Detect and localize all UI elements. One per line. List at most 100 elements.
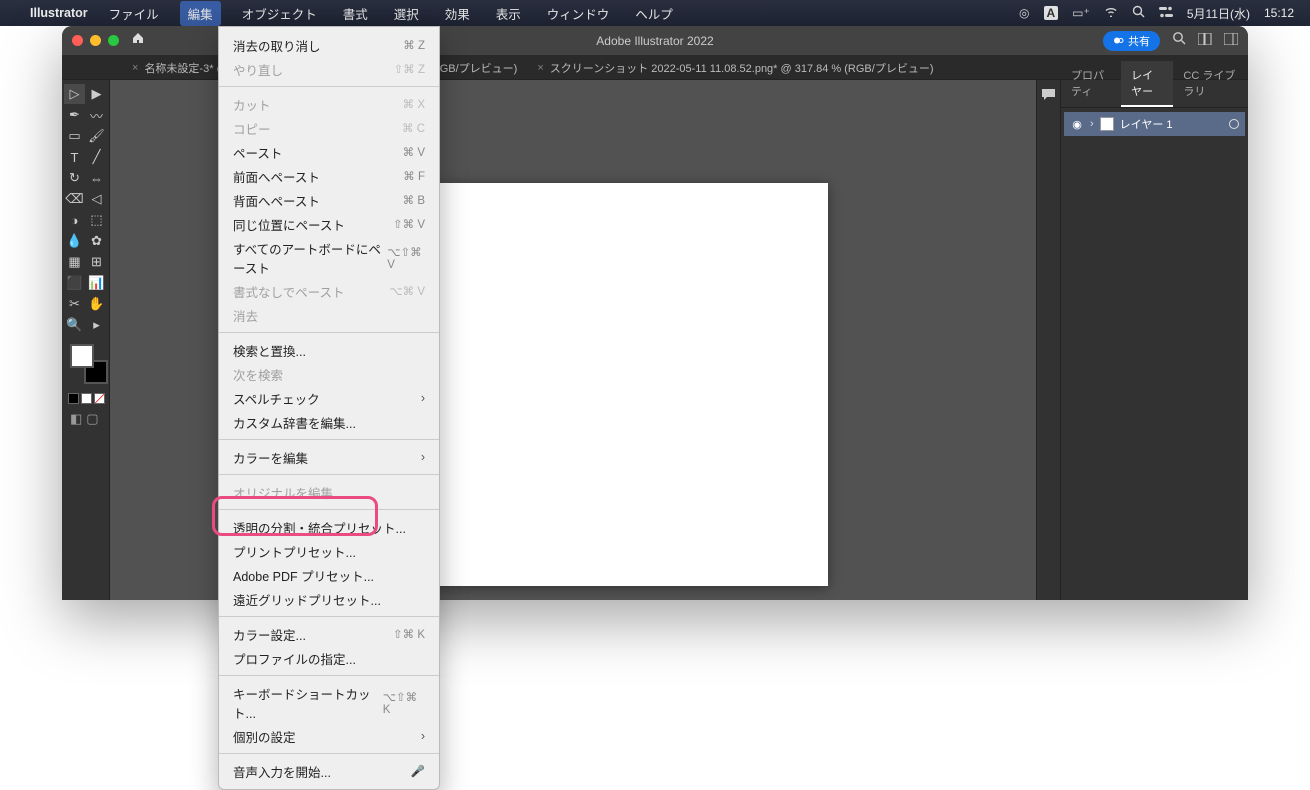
- menu-item-7[interactable]: 背面へペースト⌘ B: [219, 188, 439, 212]
- menu-select[interactable]: 選択: [389, 1, 424, 26]
- color-mode-color[interactable]: [68, 393, 79, 404]
- menubar-date[interactable]: 5月11日(水): [1187, 5, 1250, 22]
- screen-mode-icon[interactable]: ▢: [86, 411, 98, 427]
- eyedropper-tool-icon[interactable]: 💧: [64, 231, 85, 251]
- rectangle-tool-icon[interactable]: ▭: [64, 126, 85, 146]
- menu-item-label: 検索と置換...: [233, 341, 306, 360]
- pen-tool-icon[interactable]: ✒: [64, 105, 85, 125]
- panel-tab-layers[interactable]: レイヤー: [1121, 61, 1173, 107]
- selection-tool-icon[interactable]: ▷: [64, 84, 85, 104]
- visibility-icon[interactable]: ◉: [1070, 118, 1084, 131]
- fill-color[interactable]: [70, 344, 94, 368]
- panel-tabs: プロパティ レイヤー CC ライブラリ: [1061, 80, 1248, 108]
- menu-item-20: オリジナルを編集: [219, 480, 439, 504]
- panel-tab-cc-libraries[interactable]: CC ライブラリ: [1173, 61, 1248, 107]
- menu-item-24[interactable]: Adobe PDF プリセット...: [219, 563, 439, 587]
- shape-builder-tool-icon[interactable]: ◑: [64, 210, 85, 230]
- menu-view[interactable]: 表示: [491, 1, 526, 26]
- close-icon[interactable]: ×: [537, 62, 543, 74]
- layer-row[interactable]: ◉ › レイヤー 1: [1064, 112, 1245, 136]
- layer-name[interactable]: レイヤー 1: [1120, 116, 1173, 132]
- draw-mode-icon[interactable]: ◧: [70, 411, 82, 427]
- hand-tool-icon[interactable]: ✋: [86, 294, 107, 314]
- menu-item-9[interactable]: すべてのアートボードにペースト⌥⇧⌘ V: [219, 236, 439, 279]
- menu-item-33[interactable]: 音声入力を開始...🎤: [219, 759, 439, 783]
- column-graph-tool-icon[interactable]: 📊: [86, 273, 107, 293]
- menu-effect[interactable]: 効果: [440, 1, 475, 26]
- gradient-tool-icon[interactable]: ▦: [64, 252, 85, 272]
- panel-tab-properties[interactable]: プロパティ: [1061, 61, 1121, 107]
- menu-object[interactable]: オブジェクト: [237, 1, 322, 26]
- mesh-tool-icon[interactable]: ⊞: [86, 252, 107, 272]
- menu-item-23[interactable]: プリントプリセット...: [219, 539, 439, 563]
- slice-tool-icon[interactable]: ✂: [64, 294, 85, 314]
- menu-edit[interactable]: 編集: [180, 1, 221, 26]
- color-mode-gradient[interactable]: [81, 393, 92, 404]
- menu-item-8[interactable]: 同じ位置にペースト⇧⌘ V: [219, 212, 439, 236]
- menu-separator: [219, 675, 439, 676]
- reflect-tool-icon[interactable]: ⇔: [86, 168, 107, 188]
- chevron-right-icon[interactable]: ›: [1090, 118, 1094, 130]
- tab-2[interactable]: ×スクリーンショット 2022-05-11 11.08.52.png* @ 31…: [527, 55, 943, 81]
- artboard[interactable]: [426, 183, 828, 586]
- share-button[interactable]: 共有: [1103, 31, 1160, 51]
- menu-item-18[interactable]: カラーを編集›: [219, 445, 439, 469]
- menu-shortcut: ⌘ F: [403, 169, 425, 183]
- close-icon[interactable]: [72, 35, 83, 46]
- artboard-tool-icon[interactable]: ⬛: [64, 273, 85, 293]
- menu-item-28[interactable]: プロファイルの指定...: [219, 646, 439, 670]
- menu-item-27[interactable]: カラー設定...⇧⌘ K: [219, 622, 439, 646]
- free-transform-tool-icon[interactable]: ⬚: [86, 210, 107, 230]
- menu-type[interactable]: 書式: [338, 1, 373, 26]
- chevron-right-icon: ›: [421, 729, 425, 743]
- record-icon[interactable]: ◎: [1019, 6, 1029, 20]
- menu-item-5[interactable]: ペースト⌘ V: [219, 140, 439, 164]
- menubar-time[interactable]: 15:12: [1264, 6, 1294, 20]
- fullscreen-icon[interactable]: [108, 35, 119, 46]
- menu-shortcut: ⌥⇧⌘ K: [383, 690, 425, 716]
- line-tool-icon[interactable]: ╱: [86, 147, 107, 167]
- home-icon[interactable]: [131, 31, 145, 50]
- toggle-tool-icon[interactable]: ▸: [86, 315, 107, 335]
- zoom-tool-icon[interactable]: 🔍: [64, 315, 85, 335]
- menu-item-13[interactable]: 検索と置換...: [219, 338, 439, 362]
- menu-item-1: やり直し⇧⌘ Z: [219, 57, 439, 81]
- menu-item-14: 次を検索: [219, 362, 439, 386]
- menu-item-31[interactable]: 個別の設定›: [219, 724, 439, 748]
- direct-selection-tool-icon[interactable]: ▶: [86, 84, 107, 104]
- wifi-icon[interactable]: [1104, 6, 1118, 20]
- menu-item-22[interactable]: 透明の分割・統合プリセット...: [219, 515, 439, 539]
- paintbrush-tool-icon[interactable]: 🖌: [86, 126, 107, 146]
- color-mode-none[interactable]: [94, 393, 105, 404]
- menu-window[interactable]: ウィンドウ: [542, 1, 615, 26]
- minimize-icon[interactable]: [90, 35, 101, 46]
- menu-help[interactable]: ヘルプ: [630, 1, 678, 26]
- menu-file[interactable]: ファイル: [104, 1, 164, 26]
- app-name[interactable]: Illustrator: [30, 6, 88, 20]
- arrange-icon[interactable]: [1198, 32, 1212, 50]
- search-icon[interactable]: [1132, 5, 1145, 21]
- curvature-tool-icon[interactable]: 〰: [86, 105, 107, 125]
- comment-icon[interactable]: [1041, 88, 1056, 107]
- eraser-tool-icon[interactable]: ⌫: [64, 189, 85, 209]
- target-icon[interactable]: [1229, 119, 1239, 129]
- input-lang-icon[interactable]: A: [1044, 6, 1059, 20]
- menu-item-15[interactable]: スペルチェック›: [219, 386, 439, 410]
- symbol-sprayer-tool-icon[interactable]: ✿: [86, 231, 107, 251]
- menu-item-6[interactable]: 前面へペースト⌘ F: [219, 164, 439, 188]
- menu-item-0[interactable]: 消去の取り消し⌘ Z: [219, 33, 439, 57]
- menu-item-25[interactable]: 遠近グリッドプリセット...: [219, 587, 439, 611]
- width-tool-icon[interactable]: ◁: [86, 189, 107, 209]
- rotate-tool-icon[interactable]: ↻: [64, 168, 85, 188]
- close-icon[interactable]: ×: [132, 62, 138, 74]
- search-icon[interactable]: [1172, 31, 1186, 50]
- workspace-icon[interactable]: [1224, 32, 1238, 50]
- menu-item-label: カスタム辞書を編集...: [233, 413, 356, 432]
- control-center-icon[interactable]: [1159, 6, 1173, 21]
- battery-icon[interactable]: ▭⁺: [1072, 6, 1090, 20]
- menu-item-16[interactable]: カスタム辞書を編集...: [219, 410, 439, 434]
- menu-item-30[interactable]: キーボードショートカット...⌥⇧⌘ K: [219, 681, 439, 724]
- type-tool-icon[interactable]: T: [64, 147, 85, 167]
- fill-stroke-chip[interactable]: [70, 344, 104, 378]
- menu-shortcut: ⌥⇧⌘ V: [387, 245, 425, 271]
